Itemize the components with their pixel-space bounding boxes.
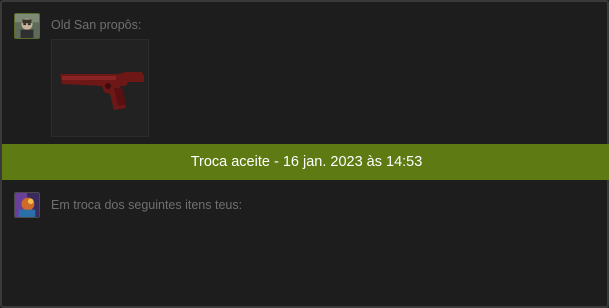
trade-offer-panel: Old San propôs: Troca aceite - 16 jan. 2… [0,0,609,308]
offered-item-slot[interactable] [51,39,149,137]
user-avatar-icon [15,193,39,217]
user-avatar-icon [15,14,39,38]
return-items-label: Em troca dos seguintes itens teus: [51,198,243,212]
partner-avatar[interactable] [14,13,40,39]
trade-status-banner: Troca aceite - 16 jan. 2023 às 14:53 [2,144,609,180]
trade-status-text: Troca aceite - 16 jan. 2023 às 14:53 [190,154,423,170]
pistol-item-icon [60,72,144,110]
self-avatar[interactable] [14,192,40,218]
partner-offer-label: Old San propôs: [51,18,142,32]
